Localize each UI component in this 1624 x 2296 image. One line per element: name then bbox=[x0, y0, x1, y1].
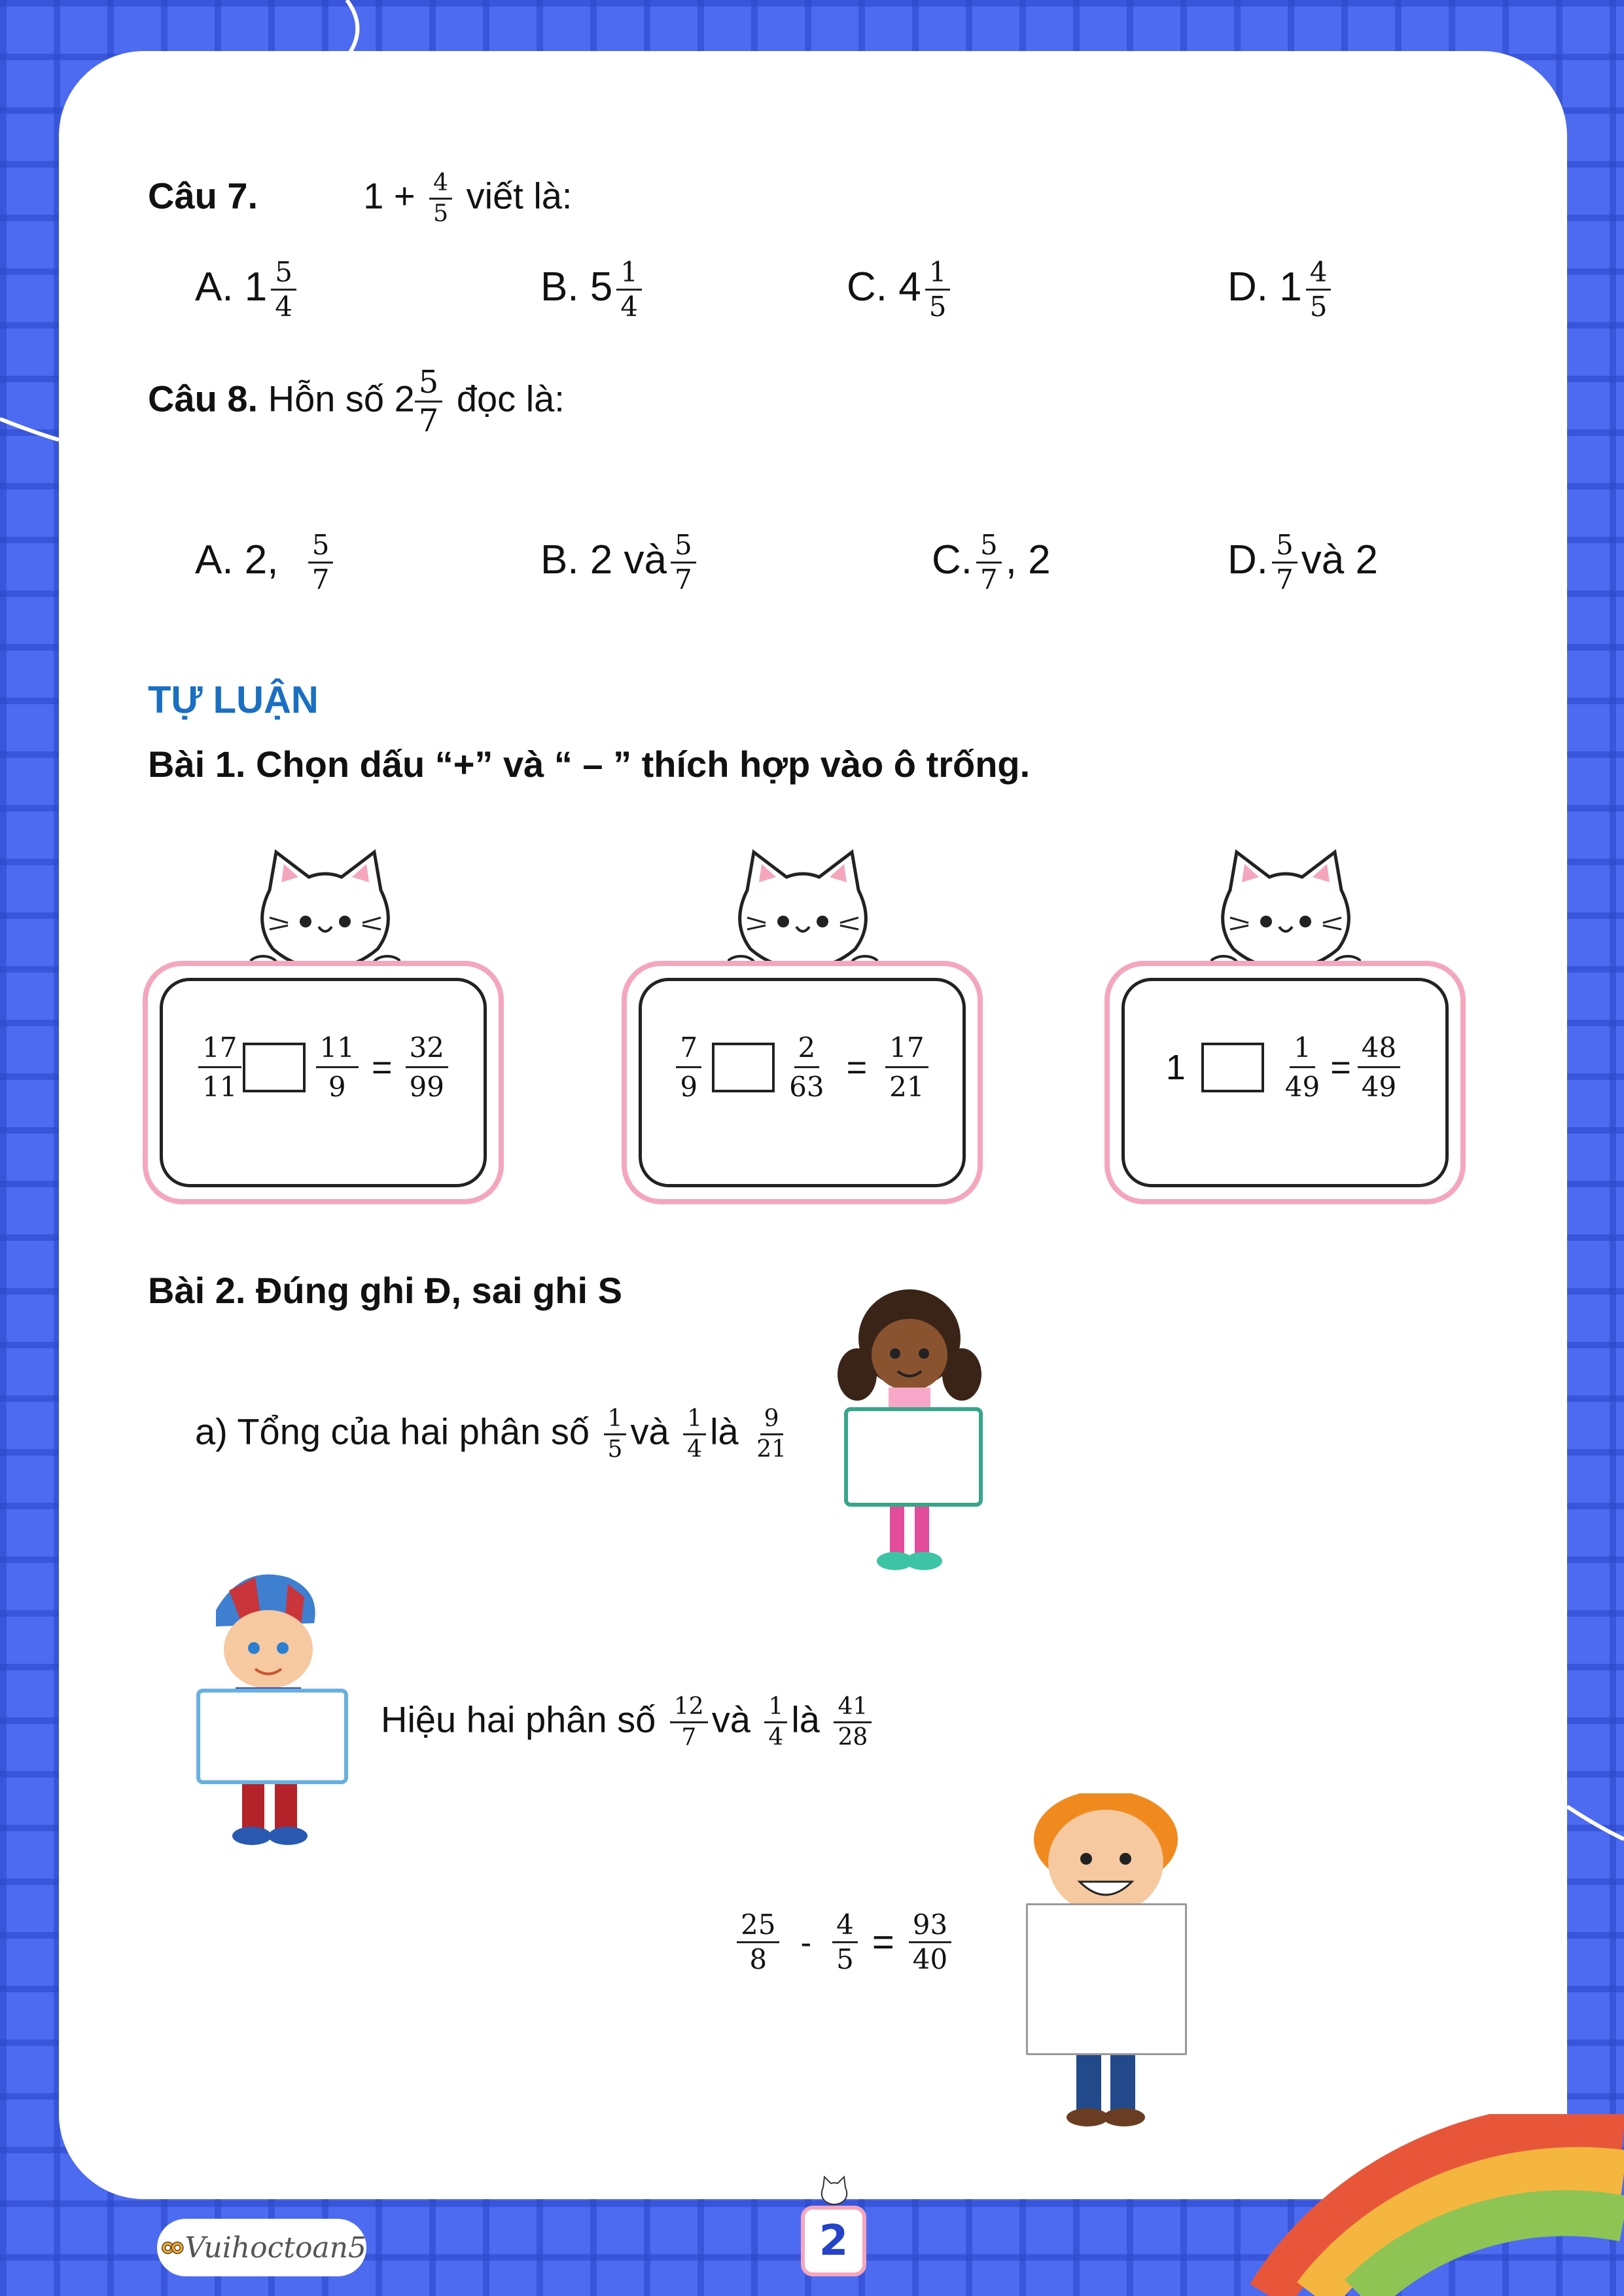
statement-a: a) Tổng của hai phân số 1 5 và 1 4 là 9 21 bbox=[195, 1405, 787, 1463]
cat-icon bbox=[1210, 849, 1361, 975]
cat-icon bbox=[821, 2175, 848, 2205]
statement-c: 25 8 - 45 = 93 40 bbox=[733, 1911, 955, 1973]
q8-option-d[interactable]: D. 5 7 và 2 bbox=[1227, 531, 1378, 594]
fraction: 32 99 bbox=[405, 1031, 448, 1103]
page-number-badge: 2 bbox=[801, 2206, 866, 2276]
question-7-tail: viết là: bbox=[466, 175, 573, 217]
q8-option-b[interactable]: B. 2 và 5 7 bbox=[540, 531, 700, 594]
exercise-1-title: Bài 1. Chọn dấu “+” và “ – ” thích hợp v… bbox=[148, 744, 1031, 785]
question-7-fraction: 45 bbox=[429, 171, 453, 226]
answer-box[interactable] bbox=[1201, 1042, 1264, 1092]
owl-logo-icon bbox=[162, 2241, 184, 2254]
exercise-board-1: 17 11 11 9 = 32 99 bbox=[143, 961, 504, 1204]
cat-icon bbox=[728, 849, 878, 975]
answer-box[interactable] bbox=[242, 1042, 306, 1092]
brand-logo: Vuihoctoan5 bbox=[157, 2219, 366, 2276]
question-8-label: Câu 8. bbox=[148, 378, 258, 420]
fraction: 17 11 bbox=[198, 1031, 241, 1103]
exercise-board-2: 79 2 63 = 17 21 bbox=[622, 961, 983, 1204]
exercise-board-3: 1 1 49 = 48 49 bbox=[1104, 961, 1466, 1204]
q8-option-a[interactable]: A. 2, 57 bbox=[195, 531, 337, 594]
exercise-2-title: Bài 2. Đúng ghi Đ, sai ghi S bbox=[148, 1270, 622, 1311]
q7-option-c[interactable]: C. 415 bbox=[847, 259, 954, 321]
answer-box[interactable] bbox=[712, 1042, 775, 1092]
question-7-expr-whole: 1 + bbox=[363, 175, 415, 217]
answer-sign[interactable] bbox=[1026, 1903, 1187, 2055]
question-8: Câu 8. Hỗn số 257 đọc là: bbox=[148, 364, 565, 439]
cat-icon bbox=[250, 849, 400, 975]
question-7: Câu 7. 1 + 45 viết là: bbox=[148, 171, 572, 226]
answer-sign[interactable] bbox=[844, 1407, 983, 1507]
q7-option-d[interactable]: D. 145 bbox=[1227, 259, 1335, 321]
question-7-label: Câu 7. bbox=[148, 175, 258, 217]
section-title: TỰ LUẬN bbox=[148, 679, 319, 721]
rainbow-decoration bbox=[1250, 2114, 1624, 2296]
brand-name: Vuihoctoan5 bbox=[185, 2231, 366, 2265]
answer-sign[interactable] bbox=[196, 1689, 348, 1784]
q7-option-b[interactable]: B. 514 bbox=[540, 259, 646, 321]
q7-option-a[interactable]: A. 154 bbox=[195, 259, 300, 321]
fraction: 11 9 bbox=[315, 1031, 359, 1103]
statement-b: Hiệu hai phân số 12 7 và 1 4 là 41 28 bbox=[381, 1695, 875, 1749]
page-number: 2 bbox=[819, 2217, 849, 2265]
q8-option-c[interactable]: C. 5 7, 2 bbox=[932, 531, 1051, 594]
